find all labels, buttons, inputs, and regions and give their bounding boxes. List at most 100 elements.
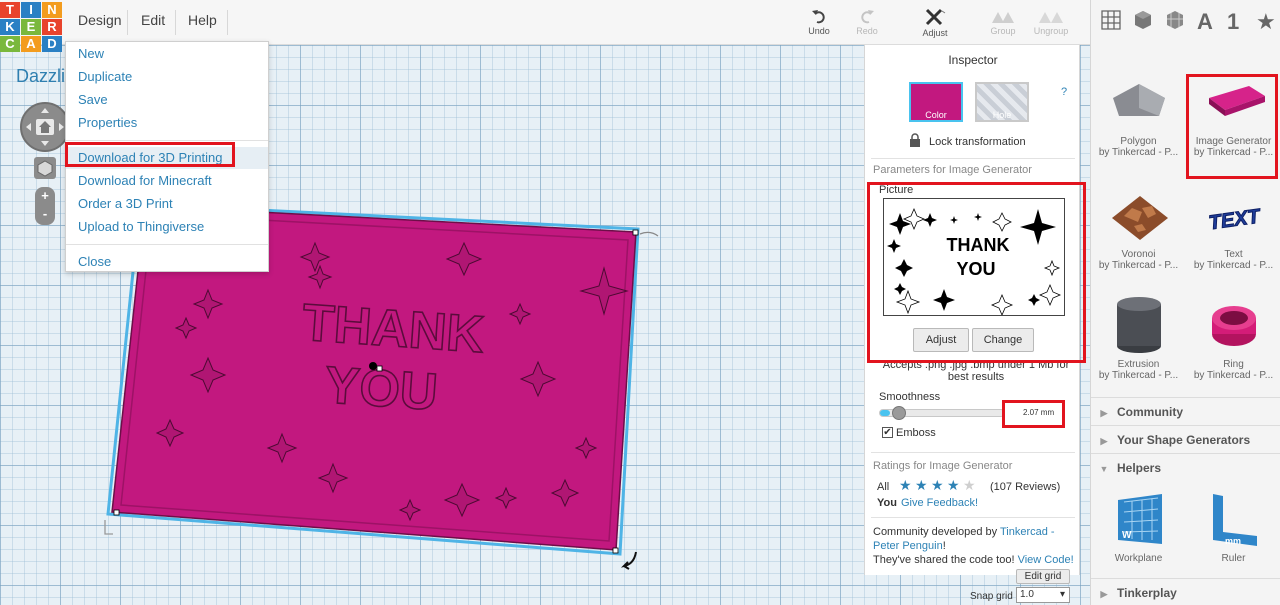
- logo-letter: T: [0, 2, 20, 18]
- smoothness-fill: [880, 410, 890, 416]
- chevron-down-icon: ▾: [1059, 589, 1065, 600]
- shape-text[interactable]: TEXT Text by Tinkercad - P...: [1186, 188, 1280, 271]
- menu-item-upload-thingiverse[interactable]: Upload to Thingiverse: [66, 216, 268, 238]
- community-author-line: Peter Penguin!: [873, 540, 946, 552]
- emboss-label[interactable]: Emboss: [896, 427, 936, 439]
- shape-name: Polygon: [1120, 136, 1157, 147]
- redo-button[interactable]: Redo: [842, 8, 892, 36]
- smoothness-slider[interactable]: [879, 406, 1005, 420]
- menu-item-new[interactable]: New: [66, 43, 268, 65]
- text-shapes-icon[interactable]: A: [1197, 9, 1213, 35]
- redo-label: Redo: [856, 26, 878, 36]
- community-author-link[interactable]: Tinkercad -: [1000, 526, 1055, 538]
- section-helpers[interactable]: ▼ Helpers: [1091, 453, 1280, 481]
- cube-grid-icon[interactable]: [1165, 10, 1185, 33]
- help-link[interactable]: ?: [1061, 86, 1067, 98]
- rotate-arrow-icon: [639, 231, 659, 237]
- zoom-in-button[interactable]: +: [35, 187, 55, 205]
- shape-name: Voronoi: [1121, 249, 1156, 260]
- chevron-down-icon: ▼: [1099, 464, 1109, 474]
- shape-extrusion[interactable]: Extrusion by Tinkercad - P...: [1091, 294, 1186, 381]
- color-swatch-button[interactable]: Color: [909, 82, 963, 122]
- give-feedback-link[interactable]: Give Feedback!: [901, 497, 978, 509]
- helper-name: Workplane: [1114, 553, 1163, 564]
- shape-polygon[interactable]: Polygon by Tinkercad - P...: [1091, 78, 1186, 158]
- helper-workplane[interactable]: W Workplane: [1091, 488, 1186, 564]
- ungroup-label: Ungroup: [1033, 26, 1069, 36]
- workplane-glyph: W: [1122, 530, 1132, 541]
- tinkercad-logo[interactable]: TIN KER CAD: [0, 2, 62, 52]
- undo-button[interactable]: Undo: [794, 8, 844, 36]
- menu-divider: [66, 244, 268, 245]
- menu-help[interactable]: Help: [188, 12, 217, 28]
- number-shapes-icon[interactable]: 1: [1227, 9, 1239, 35]
- voronoi-shape-icon: [1111, 196, 1168, 240]
- ortho-view-icon[interactable]: [34, 157, 56, 179]
- adjust-button[interactable]: Adjust: [910, 8, 960, 38]
- community-label: Community developed by: [873, 526, 998, 538]
- menu-item-close[interactable]: Close: [66, 251, 268, 273]
- community-author2-link[interactable]: Peter Penguin: [873, 540, 943, 552]
- project-name[interactable]: Dazzli: [16, 66, 65, 87]
- ratings-title: Ratings for Image Generator: [873, 460, 1013, 472]
- section-shape-generators[interactable]: ▶ Your Shape Generators: [1091, 425, 1280, 453]
- snap-grid-label: Snap grid: [970, 591, 1013, 602]
- menu-edit[interactable]: Edit: [141, 12, 165, 28]
- logo-letter: I: [21, 2, 41, 18]
- menu-divider: [175, 10, 176, 35]
- star-icon: ★: [915, 477, 928, 493]
- shape-ring[interactable]: Ring by Tinkercad - P...: [1186, 294, 1280, 381]
- helper-name: Ruler: [1221, 553, 1246, 564]
- ungroup-icon: [1039, 12, 1063, 23]
- menu-divider: [66, 140, 268, 141]
- zoom-out-button[interactable]: -: [35, 205, 55, 223]
- shape-author: by Tinkercad - P...: [1098, 147, 1179, 158]
- section-tinkerplay[interactable]: ▶ Tinkerplay: [1091, 578, 1280, 605]
- shape-voronoi[interactable]: Voronoi by Tinkercad - P...: [1091, 188, 1186, 271]
- menu-item-download-minecraft[interactable]: Download for Minecraft: [66, 170, 268, 192]
- menu-item-save[interactable]: Save: [66, 89, 268, 111]
- text-shape-icon: TEXT: [1206, 205, 1262, 235]
- home-view-icon[interactable]: [36, 119, 54, 135]
- view-code-link[interactable]: View Code!: [1018, 554, 1074, 566]
- grid-view-icon[interactable]: [1101, 10, 1121, 33]
- star-icon: ★: [947, 477, 960, 493]
- logo-letter: N: [42, 2, 62, 18]
- menu-design[interactable]: Design: [78, 12, 122, 28]
- menu-item-duplicate[interactable]: Duplicate: [66, 66, 268, 88]
- box-view-icon[interactable]: [1133, 10, 1153, 33]
- menu-item-properties[interactable]: Properties: [66, 112, 268, 134]
- hole-swatch-button[interactable]: Hole: [975, 82, 1029, 122]
- snap-grid-value: 1.0: [1020, 589, 1034, 600]
- group-button[interactable]: Group: [978, 8, 1028, 36]
- section-label: Your Shape Generators: [1117, 433, 1251, 447]
- text-shape-art: TEXT: [1207, 205, 1262, 234]
- redo-icon: [861, 10, 874, 24]
- helper-ruler[interactable]: mm Ruler: [1186, 488, 1280, 564]
- shape-author: by Tinkercad - P...: [1098, 370, 1179, 381]
- edit-grid-button[interactable]: Edit grid: [1016, 569, 1070, 584]
- lock-transformation-label[interactable]: Lock transformation: [929, 136, 1026, 148]
- snap-grid-select[interactable]: 1.0 ▾: [1016, 587, 1070, 603]
- group-label: Group: [990, 26, 1016, 36]
- star-icon: ★: [963, 477, 976, 493]
- highlight-frame: [65, 142, 235, 167]
- shared-text: They've shared the code too! View Code!: [873, 554, 1074, 566]
- section-community[interactable]: ▶ Community: [1091, 397, 1280, 425]
- lock-icon[interactable]: [909, 133, 921, 150]
- shape-library: A 1 ★ Polygon by Tinkercad - P... Image …: [1090, 0, 1280, 605]
- emboss-checkbox[interactable]: ✔: [882, 427, 893, 438]
- star-icon: ★: [931, 477, 944, 493]
- ungroup-button[interactable]: Ungroup: [1026, 8, 1076, 36]
- logo-letter: A: [21, 36, 41, 52]
- shape-author: by Tinkercad - P...: [1098, 260, 1179, 271]
- height-handle: [376, 365, 383, 372]
- smoothness-knob[interactable]: [891, 406, 906, 420]
- corner-handle: [632, 229, 639, 236]
- favorites-star-icon[interactable]: ★: [1256, 9, 1276, 35]
- logo-letter: D: [42, 36, 62, 52]
- menu-item-order-3d-print[interactable]: Order a 3D Print: [66, 193, 268, 215]
- rotate-arrow-icon: [104, 520, 113, 535]
- undo-label: Undo: [808, 26, 830, 36]
- shape-author: by Tinkercad - P...: [1193, 260, 1274, 271]
